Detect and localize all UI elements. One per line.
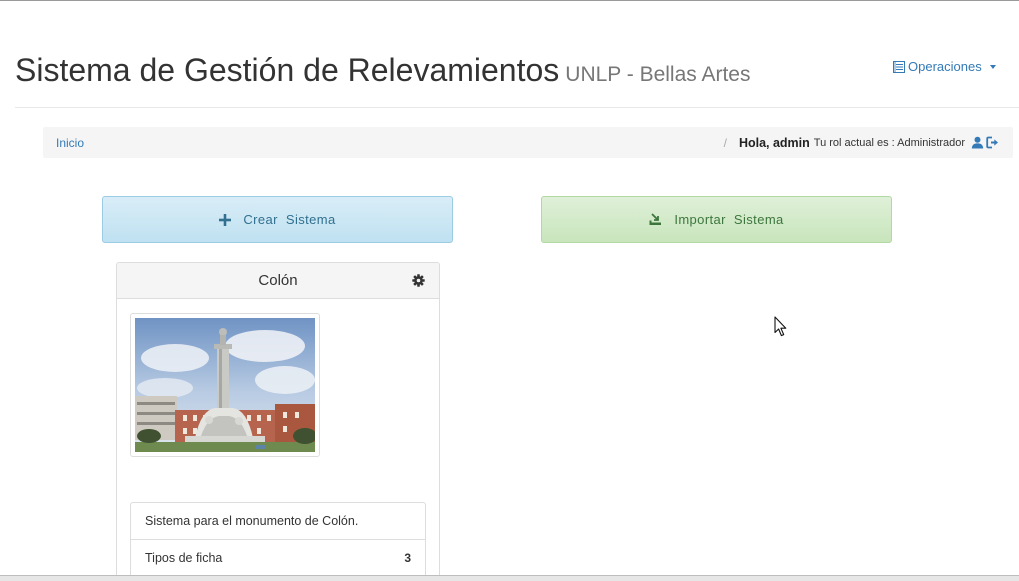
stat-label: Tipos de ficha: [145, 551, 223, 565]
create-label-word2: Sistema: [285, 212, 336, 227]
operations-dropdown[interactable]: Operaciones: [893, 59, 996, 74]
user-greeting: Hola, admin: [738, 135, 810, 150]
breadcrumb-home-link[interactable]: Inicio: [56, 136, 84, 150]
caret-down-icon: [989, 64, 996, 69]
system-info-list: Sistema para el monumento de Colón. Tipo…: [130, 502, 426, 576]
user-info: / Hola, admin Tu rol actual es : Adminis…: [724, 136, 1000, 150]
top-divider: [0, 0, 1019, 1]
gear-icon[interactable]: [412, 274, 425, 287]
app-subtitle: UNLP - Bellas Artes: [565, 63, 751, 86]
plus-icon: [219, 213, 232, 226]
mouse-cursor-icon: [774, 316, 787, 337]
stat-count-badge: 3: [404, 551, 411, 565]
import-label-word2: Sistema: [733, 212, 784, 227]
logout-icon: [986, 136, 998, 149]
system-thumbnail[interactable]: [130, 313, 320, 457]
page-title: Sistema de Gestión de Relevamientos UNLP …: [15, 52, 750, 89]
monument-image: [135, 318, 317, 452]
create-system-button[interactable]: Crear Sistema: [102, 196, 453, 243]
breadcrumb-separator: /: [723, 135, 727, 150]
import-icon: [649, 213, 662, 226]
list-item: Tipos de ficha 3: [130, 539, 426, 576]
import-system-button[interactable]: Importar Sistema: [541, 196, 892, 243]
header-divider: [15, 107, 1019, 108]
user-profile-button[interactable]: [971, 136, 984, 149]
system-description: Sistema para el monumento de Colón.: [130, 502, 426, 539]
system-description-text: Sistema para el monumento de Colón.: [145, 514, 359, 528]
create-label-word1: Crear: [243, 212, 278, 227]
system-card: Colón Sistema para el monumento de Colón…: [116, 262, 440, 581]
operations-label: Operaciones: [908, 59, 982, 74]
system-card-title: Colón: [258, 272, 298, 289]
bottom-scrollbar: [0, 575, 1019, 581]
import-label-word1: Importar: [674, 212, 726, 227]
user-icon: [971, 136, 984, 149]
user-role: Tu rol actual es : Administrador: [813, 136, 965, 149]
system-card-heading: Colón: [117, 263, 439, 299]
page: Sistema de Gestión de Relevamientos UNLP …: [0, 0, 1019, 581]
list-icon: [893, 60, 905, 73]
logout-button[interactable]: [986, 136, 1000, 149]
breadcrumb: Inicio / Hola, admin Tu rol actual es : …: [43, 127, 1013, 158]
app-title: Sistema de Gestión de Relevamientos: [15, 52, 560, 88]
